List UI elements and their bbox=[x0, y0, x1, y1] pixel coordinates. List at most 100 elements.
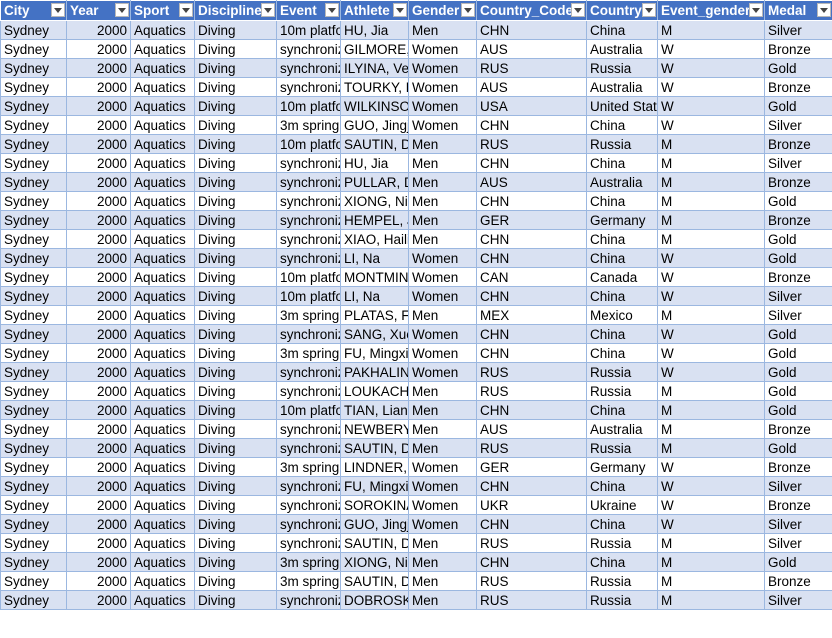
cell-year[interactable]: 2000 bbox=[66, 267, 131, 287]
cell-city[interactable]: Sydney bbox=[0, 305, 67, 325]
cell-sport[interactable]: Aquatics bbox=[130, 58, 195, 78]
cell-country[interactable]: Russia bbox=[586, 134, 658, 154]
cell-athlete[interactable]: DOBROSKOK bbox=[340, 590, 409, 610]
cell-gender[interactable]: Women bbox=[408, 514, 477, 534]
cell-country[interactable]: China bbox=[586, 400, 658, 420]
cell-gender[interactable]: Men bbox=[408, 305, 477, 325]
cell-medal[interactable]: Gold bbox=[764, 362, 832, 382]
cell-event[interactable]: 10m platform bbox=[276, 400, 341, 420]
cell-discipline[interactable]: Diving bbox=[194, 590, 277, 610]
cell-event-gender[interactable]: W bbox=[657, 248, 765, 268]
filter-dropdown-icon[interactable] bbox=[261, 3, 275, 17]
cell-event-gender[interactable]: W bbox=[657, 77, 765, 97]
cell-event-gender[interactable]: W bbox=[657, 267, 765, 287]
cell-sport[interactable]: Aquatics bbox=[130, 115, 195, 135]
cell-discipline[interactable]: Diving bbox=[194, 438, 277, 458]
cell-country[interactable]: Australia bbox=[586, 419, 658, 439]
cell-year[interactable]: 2000 bbox=[66, 362, 131, 382]
cell-city[interactable]: Sydney bbox=[0, 400, 67, 420]
cell-year[interactable]: 2000 bbox=[66, 552, 131, 572]
cell-medal[interactable]: Gold bbox=[764, 96, 832, 116]
column-header-year[interactable]: Year bbox=[66, 0, 131, 21]
cell-city[interactable]: Sydney bbox=[0, 419, 67, 439]
cell-country-code[interactable]: RUS bbox=[476, 362, 587, 382]
cell-event-gender[interactable]: M bbox=[657, 210, 765, 230]
cell-athlete[interactable]: XIAO, Hailiang bbox=[340, 229, 409, 249]
cell-event-gender[interactable]: M bbox=[657, 400, 765, 420]
cell-athlete[interactable]: SAUTIN, Dmitry bbox=[340, 571, 409, 591]
cell-year[interactable]: 2000 bbox=[66, 381, 131, 401]
cell-city[interactable]: Sydney bbox=[0, 172, 67, 192]
cell-event[interactable]: synchronized bbox=[276, 438, 341, 458]
cell-country[interactable]: China bbox=[586, 248, 658, 268]
cell-year[interactable]: 2000 bbox=[66, 134, 131, 154]
cell-sport[interactable]: Aquatics bbox=[130, 248, 195, 268]
filter-dropdown-icon[interactable] bbox=[749, 3, 763, 17]
cell-gender[interactable]: Women bbox=[408, 495, 477, 515]
cell-event[interactable]: synchronized bbox=[276, 39, 341, 59]
cell-discipline[interactable]: Diving bbox=[194, 343, 277, 363]
cell-event[interactable]: synchronized bbox=[276, 210, 341, 230]
cell-event-gender[interactable]: W bbox=[657, 362, 765, 382]
cell-event-gender[interactable]: W bbox=[657, 96, 765, 116]
cell-medal[interactable]: Gold bbox=[764, 324, 832, 344]
cell-gender[interactable]: Men bbox=[408, 400, 477, 420]
cell-year[interactable]: 2000 bbox=[66, 153, 131, 173]
cell-city[interactable]: Sydney bbox=[0, 39, 67, 59]
cell-discipline[interactable]: Diving bbox=[194, 172, 277, 192]
cell-year[interactable]: 2000 bbox=[66, 58, 131, 78]
cell-event[interactable]: 3m springboard bbox=[276, 571, 341, 591]
cell-medal[interactable]: Gold bbox=[764, 400, 832, 420]
cell-country-code[interactable]: GER bbox=[476, 457, 587, 477]
cell-sport[interactable]: Aquatics bbox=[130, 20, 195, 40]
cell-gender[interactable]: Women bbox=[408, 324, 477, 344]
cell-gender[interactable]: Men bbox=[408, 552, 477, 572]
cell-city[interactable]: Sydney bbox=[0, 77, 67, 97]
cell-sport[interactable]: Aquatics bbox=[130, 533, 195, 553]
cell-medal[interactable]: Silver bbox=[764, 590, 832, 610]
cell-sport[interactable]: Aquatics bbox=[130, 191, 195, 211]
cell-athlete[interactable]: SOROKINA bbox=[340, 495, 409, 515]
cell-country[interactable]: China bbox=[586, 514, 658, 534]
cell-country[interactable]: Australia bbox=[586, 172, 658, 192]
cell-medal[interactable]: Silver bbox=[764, 533, 832, 553]
cell-event-gender[interactable]: M bbox=[657, 533, 765, 553]
cell-country-code[interactable]: RUS bbox=[476, 438, 587, 458]
cell-city[interactable]: Sydney bbox=[0, 343, 67, 363]
cell-event[interactable]: 3m springboard bbox=[276, 343, 341, 363]
cell-city[interactable]: Sydney bbox=[0, 457, 67, 477]
cell-year[interactable]: 2000 bbox=[66, 476, 131, 496]
cell-country-code[interactable]: AUS bbox=[476, 172, 587, 192]
cell-medal[interactable]: Gold bbox=[764, 248, 832, 268]
cell-country[interactable]: Russia bbox=[586, 571, 658, 591]
cell-year[interactable]: 2000 bbox=[66, 305, 131, 325]
cell-event-gender[interactable]: M bbox=[657, 134, 765, 154]
cell-country[interactable]: China bbox=[586, 229, 658, 249]
cell-sport[interactable]: Aquatics bbox=[130, 362, 195, 382]
cell-medal[interactable]: Bronze bbox=[764, 210, 832, 230]
cell-country-code[interactable]: RUS bbox=[476, 58, 587, 78]
cell-event-gender[interactable]: M bbox=[657, 153, 765, 173]
cell-medal[interactable]: Gold bbox=[764, 552, 832, 572]
cell-country[interactable]: Russia bbox=[586, 381, 658, 401]
cell-sport[interactable]: Aquatics bbox=[130, 324, 195, 344]
cell-year[interactable]: 2000 bbox=[66, 286, 131, 306]
cell-gender[interactable]: Women bbox=[408, 58, 477, 78]
cell-event[interactable]: 3m springboard bbox=[276, 552, 341, 572]
cell-sport[interactable]: Aquatics bbox=[130, 514, 195, 534]
cell-gender[interactable]: Women bbox=[408, 457, 477, 477]
cell-gender[interactable]: Men bbox=[408, 571, 477, 591]
cell-gender[interactable]: Men bbox=[408, 172, 477, 192]
cell-gender[interactable]: Women bbox=[408, 286, 477, 306]
cell-discipline[interactable]: Diving bbox=[194, 248, 277, 268]
cell-sport[interactable]: Aquatics bbox=[130, 305, 195, 325]
cell-year[interactable]: 2000 bbox=[66, 590, 131, 610]
cell-sport[interactable]: Aquatics bbox=[130, 39, 195, 59]
cell-athlete[interactable]: SAUTIN, Dmitry bbox=[340, 533, 409, 553]
cell-athlete[interactable]: LINDNER, D bbox=[340, 457, 409, 477]
cell-athlete[interactable]: SAUTIN, Dmitry bbox=[340, 134, 409, 154]
cell-country-code[interactable]: CHN bbox=[476, 343, 587, 363]
cell-city[interactable]: Sydney bbox=[0, 381, 67, 401]
cell-event[interactable]: 10m platform bbox=[276, 134, 341, 154]
cell-country-code[interactable]: CHN bbox=[476, 153, 587, 173]
